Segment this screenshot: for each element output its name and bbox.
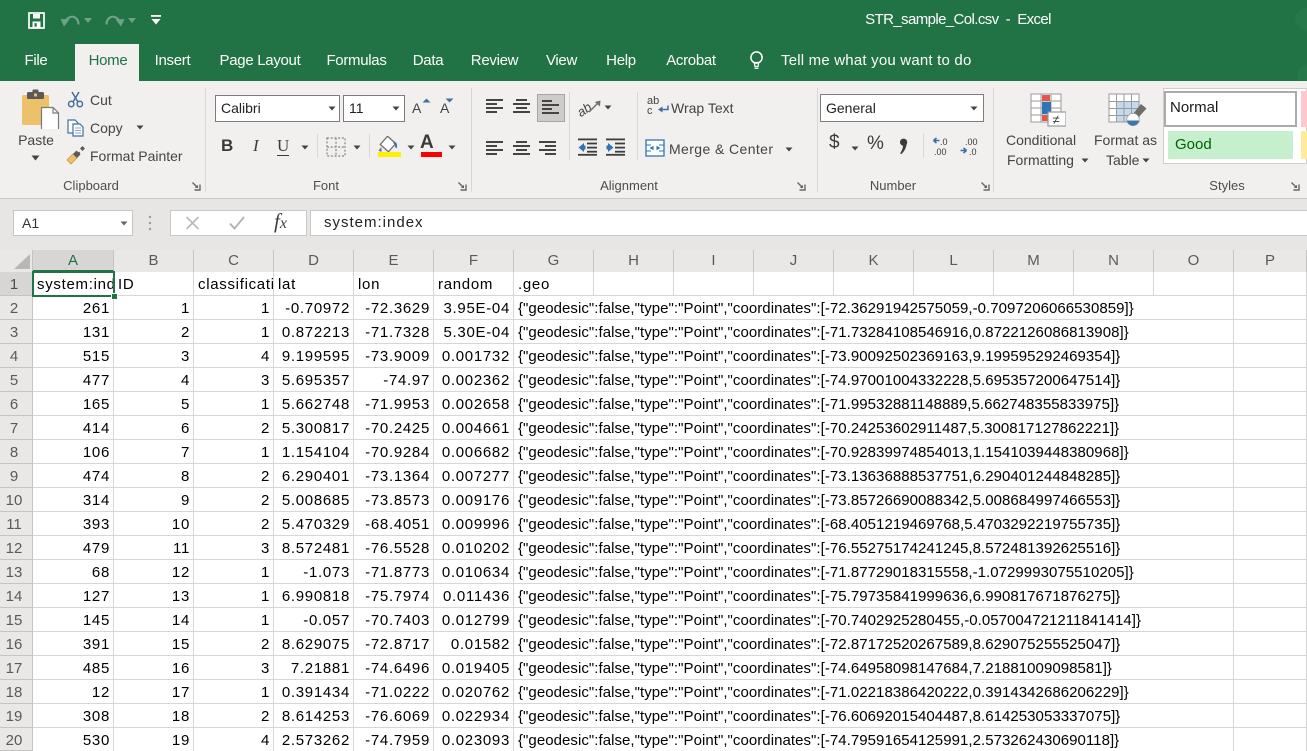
svg-text:.00: .00 (965, 137, 978, 147)
svg-text:.0: .0 (940, 137, 948, 147)
svg-text:≠: ≠ (1053, 112, 1060, 127)
svg-text:.0: .0 (969, 147, 977, 157)
svg-text:.00: .00 (934, 147, 947, 157)
